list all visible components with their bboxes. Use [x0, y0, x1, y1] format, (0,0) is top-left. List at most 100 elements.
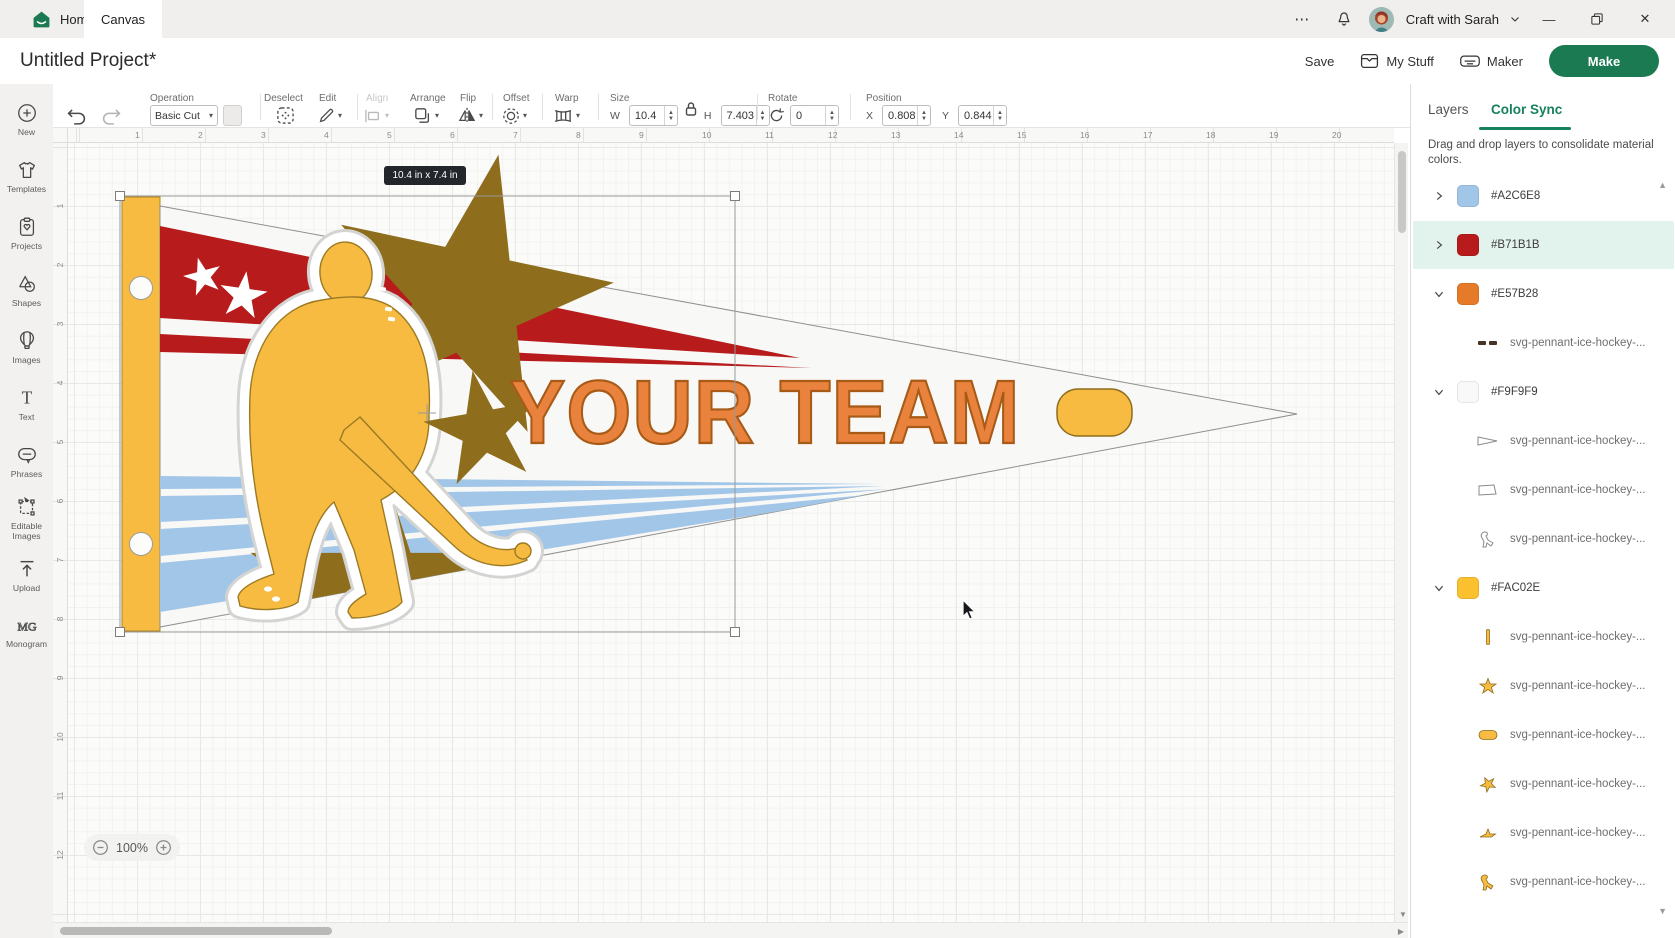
- position-x-stepper[interactable]: ▲▼: [917, 106, 930, 125]
- chevron-icon[interactable]: [1433, 190, 1445, 202]
- window-close-button[interactable]: ✕: [1625, 0, 1665, 38]
- position-x-field[interactable]: ▲▼: [882, 105, 931, 126]
- operation-label: Operation: [150, 93, 194, 104]
- header: Untitled Project* Save My Stuff Maker Ma…: [0, 38, 1675, 84]
- ruler-left-number: 10: [55, 732, 65, 742]
- more-options-button[interactable]: ⋯: [1285, 4, 1319, 34]
- operation-color-swatch[interactable]: [223, 105, 242, 126]
- sidebar-item-phrases[interactable]: Phrases: [0, 433, 53, 490]
- offset-menu-button[interactable]: ▾: [502, 105, 527, 126]
- layer-row[interactable]: svg-pennant-ice-hockey-...: [1413, 515, 1674, 563]
- ruler-left-number: 11: [55, 791, 65, 801]
- text-icon: T: [16, 387, 38, 409]
- chevron-icon[interactable]: [1433, 288, 1445, 300]
- ruler-top: 1234567891011121314151617181920: [68, 128, 1394, 143]
- position-y-label: Y: [942, 110, 949, 122]
- my-stuff-button[interactable]: My Stuff: [1360, 53, 1433, 69]
- edit-menu-button[interactable]: ▾: [318, 105, 342, 126]
- selection-size-tooltip: 10.4 in x 7.4 in: [384, 166, 466, 185]
- maker-button[interactable]: Maker: [1460, 54, 1523, 69]
- color-group-row[interactable]: #B71B1B: [1413, 221, 1674, 269]
- tab-color-sync[interactable]: Color Sync: [1491, 102, 1562, 117]
- window-minimize-button[interactable]: —: [1529, 0, 1569, 38]
- position-y-stepper[interactable]: ▲▼: [993, 106, 1006, 125]
- panel-scroll-down-arrow[interactable]: ▼: [1658, 906, 1667, 916]
- sidebar-item-images[interactable]: Images: [0, 319, 53, 376]
- position-x-input[interactable]: [883, 110, 917, 122]
- rotate-stepper[interactable]: ▲▼: [825, 106, 838, 125]
- redo-button[interactable]: [101, 107, 122, 125]
- edit-label: Edit: [319, 93, 336, 104]
- width-input[interactable]: [630, 110, 664, 122]
- position-y-field[interactable]: ▲▼: [958, 105, 1007, 126]
- scroll-right-arrow[interactable]: ▶: [1398, 927, 1404, 936]
- layer-row[interactable]: svg-pennant-ice-hockey-...: [1413, 662, 1674, 710]
- color-swatch[interactable]: [1457, 234, 1479, 256]
- account-name[interactable]: Craft with Sarah: [1406, 12, 1499, 27]
- layer-row[interactable]: svg-pennant-ice-hockey-...: [1413, 858, 1674, 906]
- color-group-row[interactable]: #E57B28: [1413, 270, 1674, 318]
- layer-row[interactable]: svg-pennant-ice-hockey-...: [1413, 466, 1674, 514]
- sidebar-item-upload[interactable]: Upload: [0, 547, 53, 604]
- sidebar-item-monogram[interactable]: MG Monogram: [0, 604, 53, 661]
- avatar-photo: [1369, 7, 1394, 32]
- sidebar-item-editable-images[interactable]: Editable Images: [0, 490, 53, 547]
- color-swatch[interactable]: [1457, 577, 1479, 599]
- make-button[interactable]: Make: [1549, 45, 1659, 77]
- color-group-row[interactable]: #A2C6E8: [1413, 172, 1674, 220]
- chevron-down-icon[interactable]: [1509, 13, 1521, 25]
- avatar[interactable]: [1369, 7, 1394, 32]
- position-y-input[interactable]: [959, 110, 993, 122]
- sidebar-item-shapes[interactable]: Shapes: [0, 262, 53, 319]
- horizontal-scrollbar[interactable]: ▶: [53, 922, 1408, 938]
- layer-row[interactable]: svg-pennant-ice-hockey-...: [1413, 711, 1674, 759]
- sidebar-item-projects[interactable]: Projects: [0, 205, 53, 262]
- horizontal-scrollbar-thumb[interactable]: [60, 927, 332, 935]
- player-outline-thumb: [1475, 529, 1501, 549]
- sidebar-item-text[interactable]: T Text: [0, 376, 53, 433]
- zoom-out-button[interactable]: [92, 839, 109, 856]
- undo-button[interactable]: [66, 107, 87, 125]
- color-swatch[interactable]: [1457, 185, 1479, 207]
- layer-row[interactable]: svg-pennant-ice-hockey-...: [1413, 417, 1674, 465]
- save-button[interactable]: Save: [1305, 54, 1335, 69]
- scroll-down-arrow[interactable]: ▼: [1399, 910, 1407, 919]
- color-swatch[interactable]: [1457, 381, 1479, 403]
- arrange-menu-button[interactable]: ▾: [414, 105, 439, 126]
- notifications-button[interactable]: [1327, 4, 1361, 34]
- height-input[interactable]: [722, 110, 756, 122]
- layer-row[interactable]: svg-pennant-ice-hockey-...: [1413, 613, 1674, 661]
- ruler-top-number: 14: [954, 130, 963, 140]
- sidebar-item-new[interactable]: New: [0, 91, 53, 148]
- height-field[interactable]: ▲▼: [721, 105, 770, 126]
- ruler-top-number: 1: [135, 130, 140, 140]
- rotate-input[interactable]: [791, 110, 825, 122]
- layer-row[interactable]: svg-pennant-ice-hockey-...: [1413, 809, 1674, 857]
- lock-aspect-icon[interactable]: [684, 101, 698, 117]
- chevron-icon[interactable]: [1433, 582, 1445, 594]
- tab-layers[interactable]: Layers: [1428, 102, 1469, 117]
- operation-select[interactable]: Basic Cut▾: [150, 105, 218, 126]
- flip-menu-button[interactable]: ▾: [458, 105, 483, 126]
- rotate-field[interactable]: ▲▼: [790, 105, 839, 126]
- color-group-row[interactable]: #F9F9F9: [1413, 368, 1674, 416]
- window-restore-button[interactable]: [1577, 0, 1617, 38]
- monogram-icon: MG: [15, 616, 39, 636]
- width-field[interactable]: ▲▼: [629, 105, 678, 126]
- warp-menu-button[interactable]: ▾: [553, 105, 580, 126]
- canvas-viewport[interactable]: [68, 143, 1394, 922]
- width-stepper[interactable]: ▲▼: [664, 106, 677, 125]
- layer-row[interactable]: svg-pennant-ice-hockey-...: [1413, 760, 1674, 808]
- zoom-in-button[interactable]: [155, 839, 172, 856]
- chevron-icon[interactable]: [1433, 239, 1445, 251]
- sidebar-item-templates[interactable]: Templates: [0, 148, 53, 205]
- window-bar: Home Canvas ⋯ Craft with Sarah — ✕: [0, 0, 1675, 38]
- canvas-tab[interactable]: Canvas: [84, 0, 162, 38]
- vertical-scrollbar-thumb[interactable]: [1398, 151, 1406, 233]
- vertical-scrollbar[interactable]: ▼: [1394, 143, 1408, 922]
- color-swatch[interactable]: [1457, 283, 1479, 305]
- layer-row[interactable]: svg-pennant-ice-hockey-...: [1413, 319, 1674, 367]
- deselect-button[interactable]: [276, 106, 295, 125]
- color-group-row[interactable]: #FAC02E: [1413, 564, 1674, 612]
- chevron-icon[interactable]: [1433, 386, 1445, 398]
